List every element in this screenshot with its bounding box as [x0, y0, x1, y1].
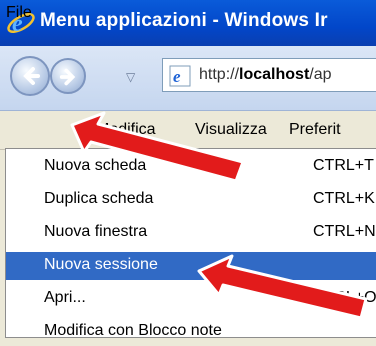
address-url[interactable]: http://localhost/ap	[199, 66, 332, 84]
back-arrow-icon	[23, 67, 40, 85]
menu-preferiti[interactable]: Preferit	[289, 121, 341, 139]
menu-item-duplica-scheda[interactable]: Duplica scheda CTRL+K	[6, 186, 376, 214]
forward-button[interactable]	[50, 58, 86, 94]
title-bar: e Menu applicazioni - Windows Ir	[0, 0, 376, 46]
menu-item-nuova-sessione[interactable]: Nuova sessione	[6, 252, 376, 280]
back-button[interactable]	[10, 56, 50, 96]
menu-item-apri[interactable]: Apri... CTRL+O	[6, 285, 376, 313]
window-title: Menu applicazioni - Windows Ir	[40, 10, 328, 31]
address-bar[interactable]: e http://localhost/ap	[162, 58, 376, 92]
menu-visualizza[interactable]: Visualizza	[195, 121, 267, 139]
history-dropdown-icon[interactable]: ▽	[126, 70, 135, 84]
file-menu-dropdown: Nuova scheda CTRL+T Duplica scheda CTRL+…	[5, 148, 376, 339]
menu-modifica[interactable]: Modifica	[96, 121, 156, 139]
navigation-bar: ▽ e http://localhost/ap	[0, 46, 376, 111]
page-icon: e	[169, 65, 191, 87]
menu-bar: Modifica Visualizza Preferit	[0, 111, 376, 150]
menu-item-nuova-finestra[interactable]: Nuova finestra CTRL+N	[6, 219, 376, 247]
svg-text:e: e	[173, 67, 181, 86]
forward-arrow-icon	[59, 68, 76, 86]
menu-file-label: File	[6, 4, 32, 21]
menu-item-nuova-scheda[interactable]: Nuova scheda CTRL+T	[6, 153, 376, 181]
menu-item-modifica-blocco-note[interactable]: Modifica con Blocco note	[6, 318, 376, 346]
